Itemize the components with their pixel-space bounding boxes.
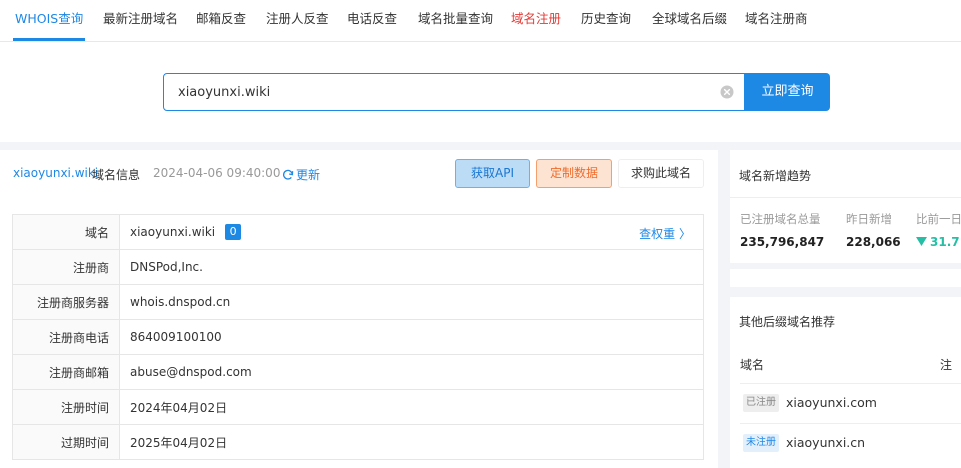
row-value: abuse@dnspod.com — [119, 354, 704, 390]
ratio-number: 31.7 — [930, 235, 960, 249]
col-status: 注 — [940, 358, 953, 372]
domain-info-panel: xiaoyunxi.wiki 域名信息 2024-04-06 09:40:00 … — [0, 150, 718, 468]
recommend-table-header: 域名 注 — [730, 343, 961, 383]
search-area: 立即查询 — [0, 42, 961, 142]
row-value: whois.dnspod.cn — [119, 284, 704, 320]
total-label: 已注册域名总量 — [740, 212, 821, 226]
row-label: 注册商邮箱 — [12, 354, 120, 390]
list-item[interactable]: 已注册 xiaoyunxi.com — [740, 383, 961, 424]
registered-tag: 已注册 — [743, 394, 779, 412]
row-value: 2025年04月02日 — [119, 424, 704, 460]
info-header: xiaoyunxi.wiki 域名信息 2024-04-06 09:40:00 … — [0, 150, 718, 198]
row-label: 域名 — [12, 214, 120, 250]
tab-phone-reverse[interactable]: 电话反查 — [347, 0, 397, 41]
row-label: 过期时间 — [12, 424, 120, 460]
row-value: DNSPod,Inc. — [119, 249, 704, 285]
row-label: 注册商 — [12, 249, 120, 285]
tab-email-reverse[interactable]: 邮箱反查 — [196, 0, 246, 41]
new-label: 昨日新增 — [846, 212, 892, 226]
unregistered-tag: 未注册 — [743, 434, 779, 452]
tab-history[interactable]: 历史查询 — [581, 0, 631, 41]
tab-whois[interactable]: WHOIS查询 — [12, 0, 86, 41]
tab-global-suffix[interactable]: 全球域名后缀 — [652, 0, 727, 41]
whois-info-table: 域名 xiaoyunxi.wiki 0 查权重 〉 注册商 DNSPod,Inc.… — [12, 214, 704, 460]
get-api-button[interactable]: 获取API — [455, 159, 530, 188]
row-label: 注册时间 — [12, 389, 120, 425]
tab-batch-query[interactable]: 域名批量查询 — [418, 0, 493, 41]
search-input[interactable] — [178, 74, 708, 110]
table-row: 注册商邮箱 abuse@dnspod.com — [12, 354, 704, 390]
domain-info-title: 域名信息 — [92, 168, 141, 182]
row-value: 864009100100 — [119, 319, 704, 355]
custom-data-button[interactable]: 定制数据 — [536, 159, 612, 188]
tab-latest-domains[interactable]: 最新注册域名 — [103, 0, 178, 41]
top-navigation: WHOIS查询 最新注册域名 邮箱反查 注册人反查 电话反查 域名批量查询 域名… — [0, 0, 961, 42]
refresh-icon — [283, 169, 294, 180]
col-domain: 域名 — [740, 358, 765, 372]
check-weight-link[interactable]: 查权重 〉 — [639, 225, 691, 242]
table-row: 过期时间 2025年04月02日 — [12, 424, 704, 460]
refresh-button[interactable]: 更新 — [282, 166, 320, 183]
recommend-title: 其他后缀域名推荐 — [739, 315, 836, 329]
domain-link[interactable]: xiaoyunxi.wiki — [13, 166, 98, 180]
tab-registrars[interactable]: 域名注册商 — [745, 0, 808, 41]
domain-trend-card: 域名新增趋势 已注册域名总量 235,796,847 昨日新增 228,066 … — [730, 150, 961, 263]
blank-card — [730, 269, 961, 287]
clear-icon[interactable] — [720, 85, 734, 99]
table-row: 域名 xiaoyunxi.wiki 0 查权重 〉 — [12, 214, 704, 250]
tab-domain-register[interactable]: 域名注册 — [511, 0, 561, 41]
ratio-value: 31.7 — [916, 235, 960, 249]
refresh-label: 更新 — [296, 168, 321, 182]
ratio-label: 比前一日 — [916, 212, 961, 226]
row-label: 注册商电话 — [12, 319, 120, 355]
query-time: 2024-04-06 09:40:00 — [153, 166, 281, 180]
recommend-domain[interactable]: xiaoyunxi.cn — [786, 435, 865, 450]
search-box — [163, 73, 745, 111]
table-row: 注册商服务器 whois.dnspod.cn — [12, 284, 704, 320]
row-label: 注册商服务器 — [12, 284, 120, 320]
table-row: 注册商 DNSPod,Inc. — [12, 249, 704, 285]
search-button[interactable]: 立即查询 — [745, 73, 830, 111]
trend-title: 域名新增趋势 — [739, 169, 812, 183]
suffix-recommend-card: 其他后缀域名推荐 域名 注 已注册 xiaoyunxi.com 未注册 xiao… — [730, 297, 961, 468]
total-value: 235,796,847 — [740, 235, 825, 249]
new-value: 228,066 — [846, 235, 901, 249]
rank-badge: 0 — [225, 224, 242, 240]
tab-registrant-reverse[interactable]: 注册人反查 — [266, 0, 329, 41]
recommend-domain[interactable]: xiaoyunxi.com — [786, 395, 877, 410]
table-row: 注册商电话 864009100100 — [12, 319, 704, 355]
list-item[interactable]: 未注册 xiaoyunxi.cn — [740, 423, 961, 464]
domain-value: xiaoyunxi.wiki — [130, 225, 216, 239]
divider — [730, 197, 961, 198]
down-triangle-icon — [916, 237, 927, 246]
table-row: 注册时间 2024年04月02日 — [12, 389, 704, 425]
buy-domain-button[interactable]: 求购此域名 — [618, 159, 704, 188]
row-value: 2024年04月02日 — [119, 389, 704, 425]
row-value: xiaoyunxi.wiki 0 查权重 〉 — [119, 214, 704, 250]
